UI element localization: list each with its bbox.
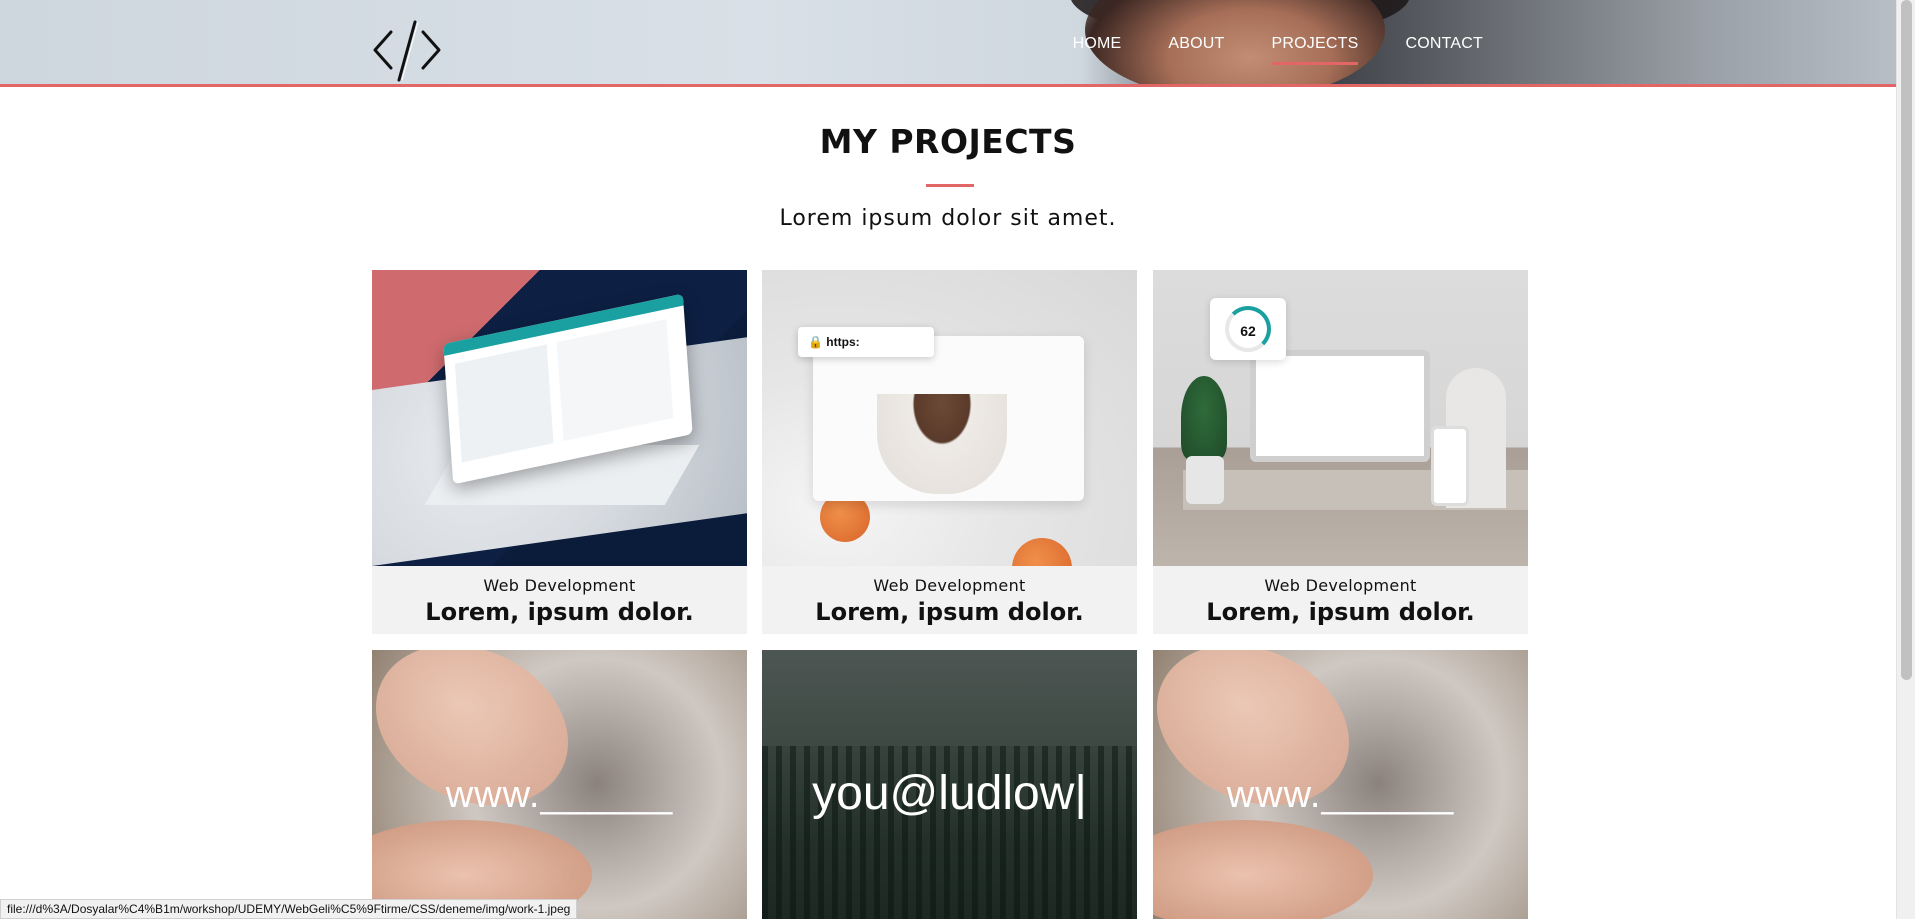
image-overlay-text: www.______	[445, 774, 674, 816]
vertical-scrollbar[interactable]	[1896, 0, 1915, 919]
browser-status-bar: file:///d%3A/Dosyalar%C4%B1m/workshop/UD…	[0, 899, 578, 919]
project-card-3[interactable]: 62 Web Development Lorem, ipsum dolor.	[1153, 270, 1528, 634]
nav-projects-link[interactable]: PROJECTS	[1271, 29, 1359, 65]
lock-icon: 🔒	[808, 335, 823, 349]
project-title: Lorem, ipsum dolor.	[815, 598, 1084, 626]
project-card-2[interactable]: 🔒 https: Web Development Lorem, ipsum do…	[762, 270, 1137, 634]
project-card-5[interactable]: you@ludlow|	[762, 650, 1137, 919]
project-image-pottery[interactable]: www.______	[372, 650, 747, 919]
project-category: Web Development	[483, 576, 636, 595]
project-image-laptop[interactable]	[372, 270, 747, 566]
site-header: HOME ABOUT PROJECTS CONTACT	[0, 0, 1896, 87]
image-overlay-text: www.______	[1226, 774, 1455, 816]
project-category: Web Development	[873, 576, 1026, 595]
laptop-screen-mockup	[1250, 350, 1430, 462]
project-image-pottery[interactable]: www.______	[1153, 650, 1528, 919]
project-card-6[interactable]: www.______	[1153, 650, 1528, 919]
project-image-coffee[interactable]: 🔒 https:	[762, 270, 1137, 566]
main-nav: HOME ABOUT PROJECTS CONTACT	[1073, 0, 1483, 84]
nav-home-link[interactable]: HOME	[1073, 29, 1122, 59]
page: HOME ABOUT PROJECTS CONTACT MY PROJECTS …	[0, 0, 1915, 919]
project-image-devices[interactable]: 62	[1153, 270, 1528, 566]
project-category: Web Development	[1264, 576, 1417, 595]
project-card-4[interactable]: www.______	[372, 650, 747, 919]
gauge-widget: 62	[1210, 298, 1286, 360]
project-title: Lorem, ipsum dolor.	[425, 598, 694, 626]
project-card-1[interactable]: Web Development Lorem, ipsum dolor.	[372, 270, 747, 634]
scrollbar-thumb[interactable]	[1901, 0, 1912, 680]
image-overlay-text: you@ludlow|	[812, 767, 1087, 820]
nav-contact-link[interactable]: CONTACT	[1405, 29, 1483, 59]
title-underline	[926, 184, 974, 187]
project-image-forest[interactable]: you@ludlow|	[762, 650, 1137, 919]
project-title: Lorem, ipsum dolor.	[1206, 598, 1475, 626]
code-logo-icon[interactable]	[371, 18, 443, 84]
section-subtitle: Lorem ipsum dolor sit amet.	[779, 206, 1117, 231]
nav-about-link[interactable]: ABOUT	[1168, 29, 1224, 59]
phone-mockup	[1431, 426, 1469, 506]
url-bar-mockup: 🔒 https:	[798, 327, 934, 357]
section-title: MY PROJECTS	[819, 122, 1077, 161]
